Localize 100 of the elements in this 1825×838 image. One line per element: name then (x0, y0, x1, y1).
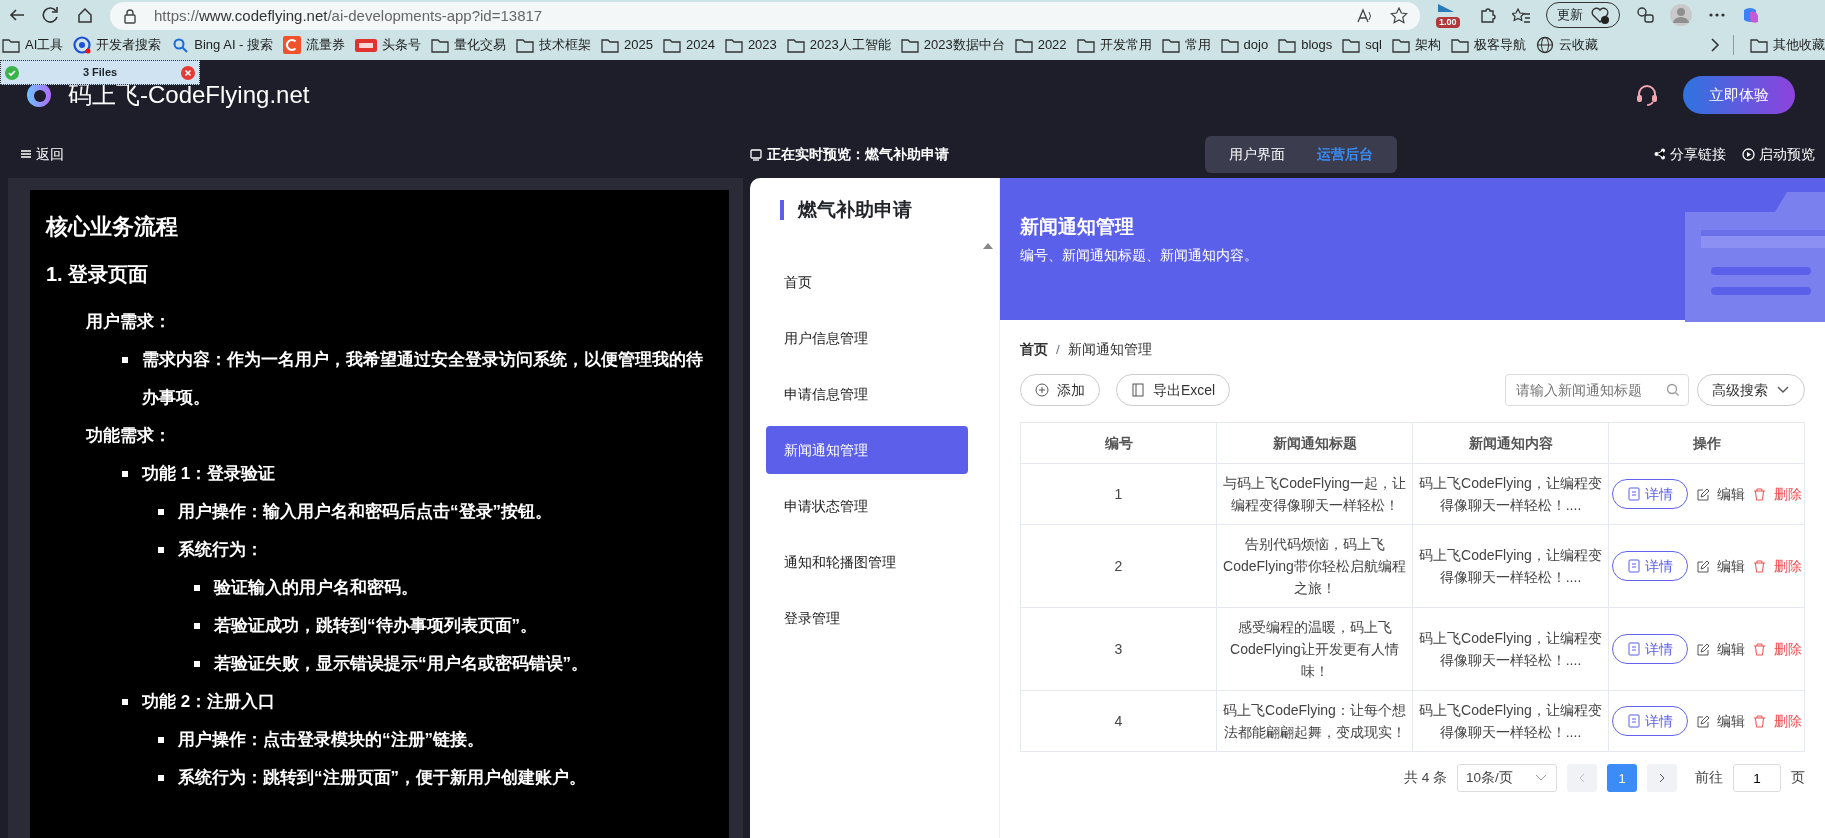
column-header: 新闻通知标题 (1216, 422, 1413, 464)
bookmark-item[interactable]: 量化交易 (454, 35, 507, 55)
read-aloud-icon[interactable] (1356, 7, 1374, 25)
preview-label: 正在实时预览：燃气补助申请 (767, 144, 949, 164)
bullet-icon (122, 699, 128, 705)
view-tab[interactable]: 用户界面 (1215, 139, 1299, 169)
bookmark-item[interactable]: 云收藏 (1558, 35, 1598, 55)
page-suffix: 页 (1791, 769, 1805, 788)
collections-icon[interactable] (1512, 6, 1530, 24)
search-field[interactable]: 请输入新闻通知标题 (1505, 374, 1689, 407)
edit-link[interactable]: 编辑 (1716, 710, 1745, 733)
delete-link[interactable]: 删除 (1773, 483, 1802, 506)
bookmark-item[interactable]: 架构 (1414, 35, 1441, 55)
cta-button[interactable]: 立即体验 (1683, 76, 1795, 114)
bookmark-item[interactable]: 开发常用 (1099, 35, 1152, 55)
target-icon (73, 36, 92, 54)
bookmark-item[interactable]: 其他收藏 (1773, 35, 1825, 55)
details-button[interactable]: 详情 (1611, 706, 1688, 737)
menu-item[interactable]: 新闻通知管理 (766, 426, 968, 474)
bullet-icon (194, 585, 200, 591)
bullet-icon (158, 775, 164, 781)
bookmark-item[interactable]: blogs (1301, 35, 1333, 55)
folder-icon (1391, 36, 1410, 54)
bookmark-item[interactable]: 2022 (1037, 35, 1067, 55)
folder-icon (2, 36, 20, 54)
folder-icon (1750, 36, 1768, 54)
bookmark-item[interactable]: 极客导航 (1473, 35, 1526, 55)
refresh-icon[interactable] (42, 6, 60, 24)
bookmark-item[interactable]: AI工具 (25, 35, 64, 55)
edit-link[interactable]: 编辑 (1716, 483, 1745, 506)
bookmark-item[interactable]: 2023数据中台 (923, 35, 1005, 55)
breadcrumb-link[interactable]: 首页 (1020, 340, 1048, 361)
menu-item[interactable]: 通知和轮播图管理 (766, 538, 968, 586)
app-title: 燃气补助申请 (798, 198, 912, 222)
extension-icon[interactable]: 1.00 (1436, 2, 1462, 28)
delete-link[interactable]: 删除 (1773, 638, 1802, 661)
export-button[interactable]: 导出Excel (1116, 374, 1231, 407)
bookmark-item[interactable]: 开发者搜索 (96, 35, 162, 55)
bookmark-item[interactable]: 头条号 (382, 35, 422, 55)
table-cell: 1 (1020, 463, 1217, 525)
news-tile-icon (355, 36, 378, 54)
favorite-star-icon[interactable] (1390, 7, 1408, 25)
back-link[interactable]: 返回 (36, 143, 64, 165)
advanced-search-button[interactable]: 高级搜索 (1697, 374, 1805, 407)
list-item-text: 用户操作：点击登录模块的“注册”链接。 (178, 729, 484, 751)
headset-icon[interactable] (1635, 83, 1659, 107)
chevron-left-icon (1577, 773, 1587, 784)
close-icon[interactable] (181, 65, 195, 80)
share-link[interactable]: 分享链接 (1670, 143, 1726, 165)
bookmark-item[interactable]: 2025 (624, 35, 653, 55)
lock-icon (122, 8, 138, 24)
document-icon (1626, 559, 1641, 574)
share-tabs-icon[interactable] (1636, 6, 1654, 24)
details-button[interactable]: 详情 (1611, 551, 1688, 582)
menu-item[interactable]: 登录管理 (766, 594, 968, 642)
table-cell: 码上飞CodeFlying，让编程变得像聊天一样轻松！.... (1412, 690, 1609, 752)
bookmark-item[interactable]: 2023人工智能 (809, 35, 891, 55)
breadcrumb-current: 新闻通知管理 (1067, 341, 1152, 359)
bookmark-item[interactable]: 流量券 (306, 35, 346, 55)
launch-preview-link[interactable]: 启动预览 (1759, 143, 1815, 165)
details-button[interactable]: 详情 (1611, 634, 1688, 665)
menu-item[interactable]: 申请信息管理 (766, 370, 968, 418)
home-icon[interactable] (76, 6, 94, 24)
bookmark-item[interactable]: 常用 (1184, 35, 1211, 55)
bookmark-item[interactable]: Bing AI - 搜索 (194, 35, 274, 55)
edit-link[interactable]: 编辑 (1716, 638, 1745, 661)
menu-item[interactable]: 申请状态管理 (766, 482, 968, 530)
bookmark-item[interactable]: 技术框架 (539, 35, 592, 55)
heart-pulse-icon (1591, 6, 1609, 24)
table-cell: 感受编程的温暖，码上飞CodeFlying让开发更有人情味！ (1216, 607, 1413, 691)
edit-link[interactable]: 编辑 (1716, 555, 1745, 578)
table-cell: 4 (1020, 690, 1217, 752)
doc-label: 功能需求： (85, 425, 172, 447)
add-button[interactable]: 添加 (1020, 374, 1100, 407)
bookmark-item[interactable]: dojo (1243, 35, 1269, 55)
bookmark-item[interactable]: 2023 (747, 35, 777, 55)
share-icon (1654, 148, 1666, 160)
extension-badge: 1.00 (1436, 17, 1460, 28)
trash-icon (1752, 487, 1766, 501)
table-cell: 3 (1020, 607, 1217, 691)
menu-item[interactable]: 首页 (766, 258, 968, 306)
puzzle-icon[interactable] (1478, 6, 1496, 24)
table-cell: 2 (1020, 524, 1217, 608)
delete-link[interactable]: 删除 (1773, 710, 1802, 733)
scroll-up-icon[interactable] (983, 242, 993, 250)
page-size-select[interactable]: 10条/页 (1457, 764, 1557, 793)
doc-label: 用户需求： (85, 311, 172, 333)
document-icon (1626, 714, 1641, 729)
download-popup-label: 3 Files (82, 65, 118, 81)
bookmark-item[interactable]: 2024 (685, 35, 715, 55)
column-header: 编号 (1020, 422, 1217, 464)
page-input[interactable]: 1 (1733, 764, 1781, 793)
list-item-text: 若验证成功，跳转到“待办事项列表页面”。 (214, 615, 537, 637)
globe-icon (1535, 36, 1554, 54)
list-item-text: 系统行为：跳转到“注册页面”，便于新用户创建账户。 (178, 767, 586, 789)
table-cell: 码上飞CodeFlying：让每个想法都能翩翩起舞，变成现实！ (1216, 690, 1413, 752)
details-button[interactable]: 详情 (1611, 479, 1688, 510)
bookmark-item[interactable]: sql (1365, 35, 1382, 55)
delete-link[interactable]: 删除 (1773, 555, 1802, 578)
menu-item[interactable]: 用户信息管理 (766, 314, 968, 362)
